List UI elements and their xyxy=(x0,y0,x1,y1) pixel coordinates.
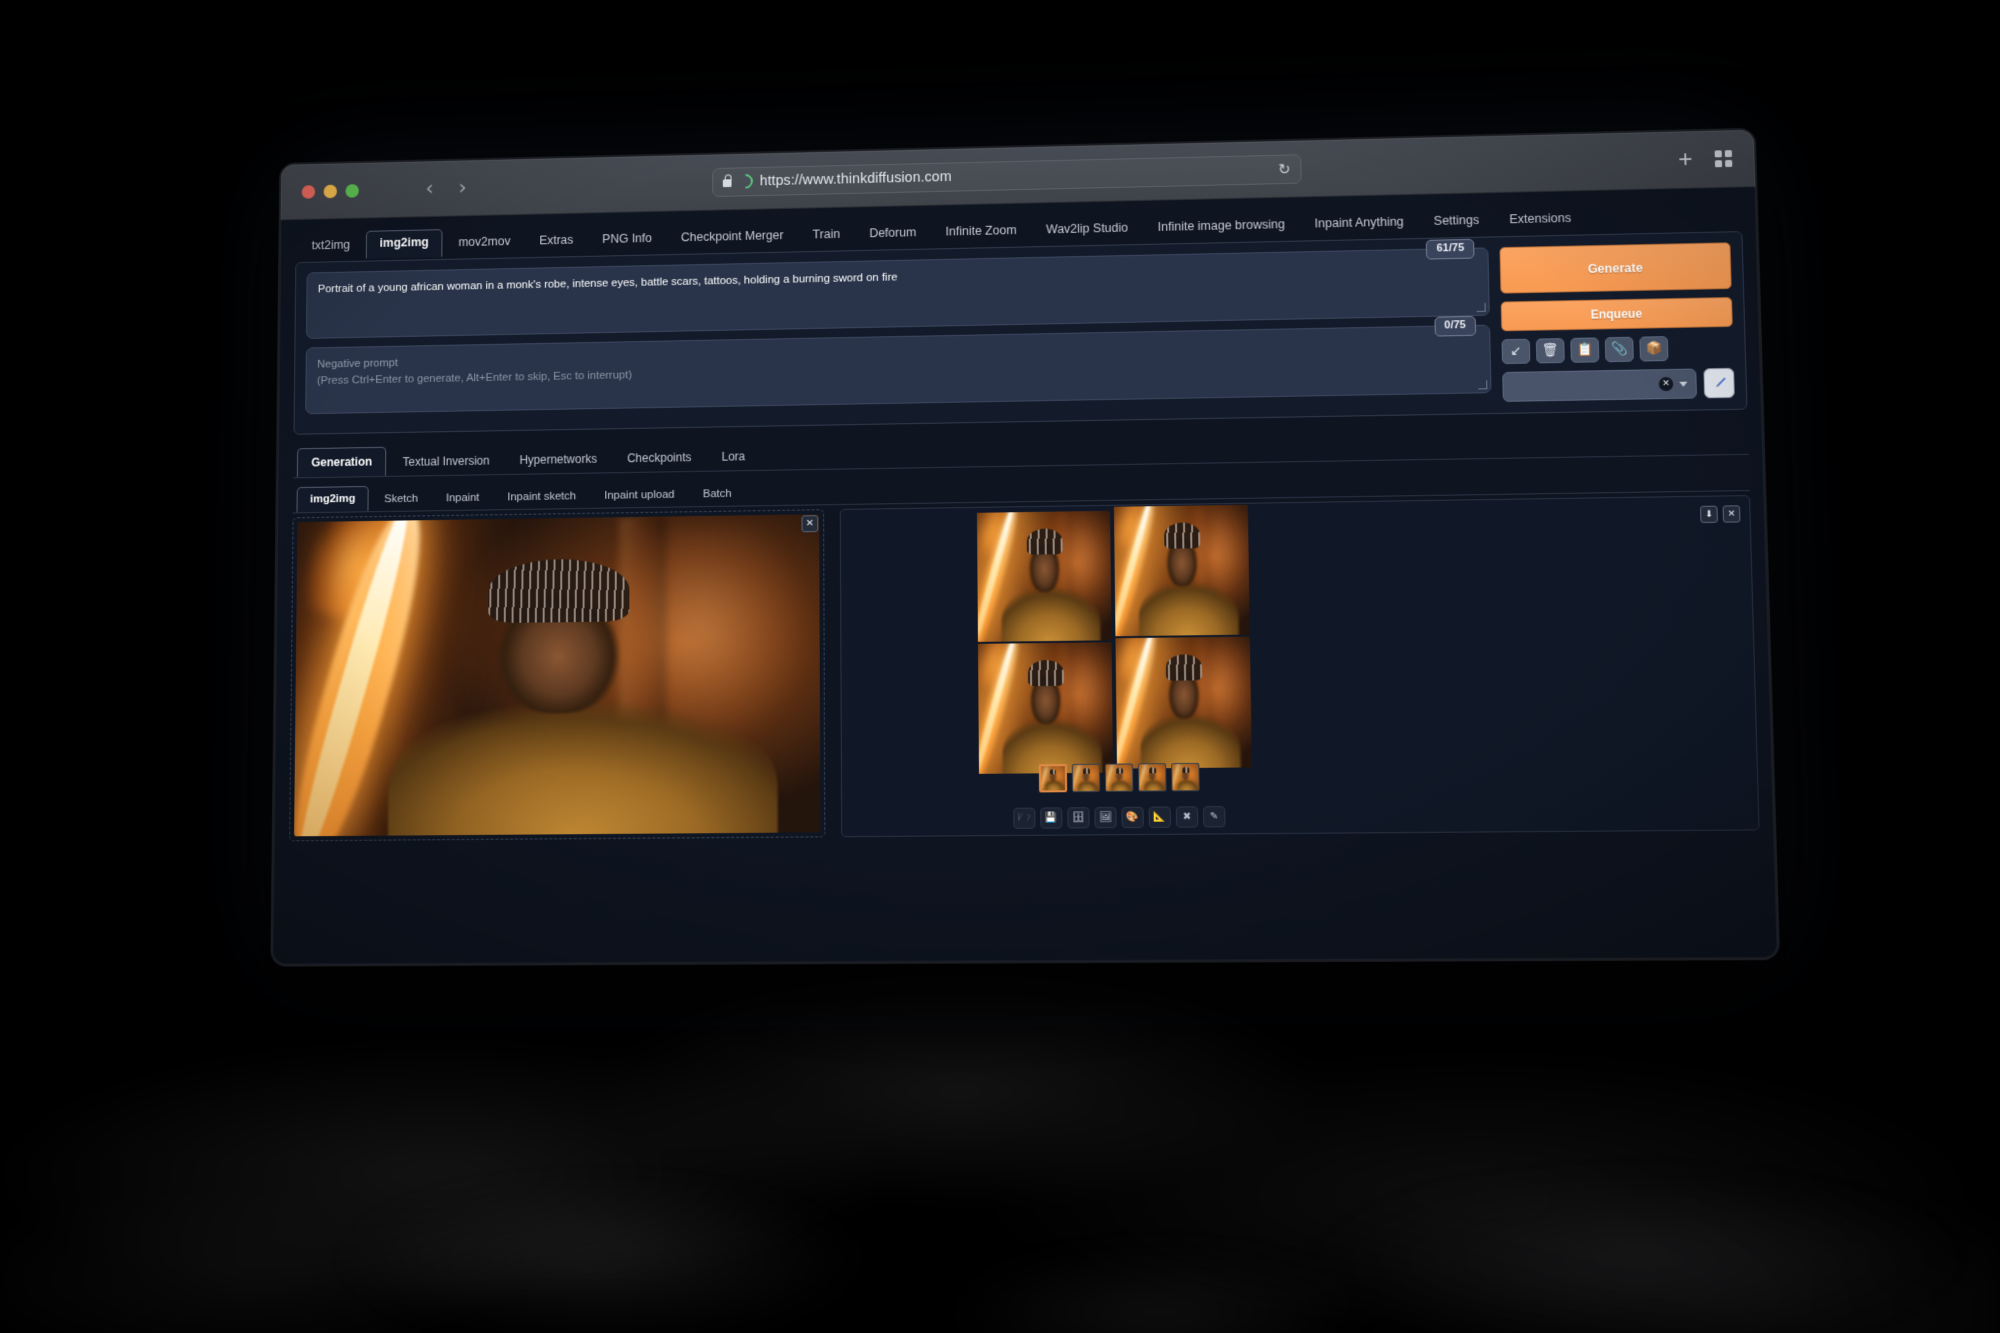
send-to-extras-icon[interactable]: 📐 xyxy=(1149,806,1171,827)
tab-inpaint-upload[interactable]: Inpaint upload xyxy=(592,483,688,508)
result-grid[interactable] xyxy=(977,509,1250,774)
chevron-down-icon[interactable] xyxy=(1679,381,1687,386)
send-to-img2img-icon[interactable]: 🖼 xyxy=(1094,807,1116,828)
box-icon[interactable]: 📦 xyxy=(1639,336,1668,361)
gallery-actions[interactable]: ⬇ ✕ xyxy=(1700,505,1740,523)
tab-infinite-zoom[interactable]: Infinite Zoom xyxy=(933,218,1030,246)
result-image[interactable] xyxy=(978,642,1113,774)
new-tab-icon[interactable]: + xyxy=(1678,148,1693,172)
prompt-token-counter: 61/75 xyxy=(1426,239,1474,260)
paste-arrow-icon[interactable]: ↙ xyxy=(1501,339,1530,364)
tab-sketch[interactable]: Sketch xyxy=(372,487,431,511)
tab-train[interactable]: Train xyxy=(800,222,853,249)
tab-wav2lip-studio[interactable]: Wav2lip Studio xyxy=(1033,216,1141,244)
tab-extras[interactable]: Extras xyxy=(527,228,586,255)
chrome-right-controls: + xyxy=(1678,147,1732,172)
source-image-artwork xyxy=(294,514,820,836)
tab-inpaint[interactable]: Inpaint xyxy=(433,486,492,510)
result-gallery: ⬇ ✕ 🗁💾🗄🖼🎨 📐✖✎ xyxy=(840,495,1760,837)
paperclip-icon[interactable]: 📎 xyxy=(1605,337,1634,362)
tab-checkpoints[interactable]: Checkpoints xyxy=(613,443,705,472)
laptop-screen: ‹ › https://www.thinkdiffusion.com ↻ + t… xyxy=(272,130,1778,965)
paintbrush-icon xyxy=(1711,375,1727,390)
tab-hypernetworks[interactable]: Hypernetworks xyxy=(506,445,611,474)
minimize-window-button[interactable] xyxy=(324,184,337,198)
content-split: ✕ xyxy=(289,495,1760,841)
tab-infinite-image-browsing[interactable]: Infinite image browsing xyxy=(1145,212,1298,242)
window-controls[interactable] xyxy=(302,184,359,199)
tab-img2img[interactable]: img2img xyxy=(366,229,442,258)
tab-lora[interactable]: Lora xyxy=(708,442,759,470)
address-bar[interactable]: https://www.thinkdiffusion.com ↻ xyxy=(712,154,1302,197)
tab-generation[interactable]: Generation xyxy=(297,447,387,478)
gallery-tool-buttons[interactable]: 🗁💾🗄🖼🎨 📐✖✎ xyxy=(1013,806,1225,829)
styles-row: ✕ xyxy=(1502,368,1735,402)
tab-inpaint-sketch[interactable]: Inpaint sketch xyxy=(495,484,589,509)
prompt-tool-buttons[interactable]: ↙🗑📋📎📦 xyxy=(1501,335,1733,364)
tab-overview-icon[interactable] xyxy=(1715,150,1733,167)
tab-img2img[interactable]: img2img xyxy=(297,486,369,512)
prompt-text: Portrait of a young african woman in a m… xyxy=(318,272,898,296)
gallery-thumbnail[interactable] xyxy=(1138,763,1167,791)
tab-batch[interactable]: Batch xyxy=(690,482,744,506)
gallery-thumbnail[interactable] xyxy=(1072,764,1100,792)
negative-resize-handle[interactable] xyxy=(1478,380,1487,389)
tab-checkpoint-merger[interactable]: Checkpoint Merger xyxy=(668,223,796,252)
tab-settings[interactable]: Settings xyxy=(1421,208,1493,236)
close-window-button[interactable] xyxy=(302,185,315,199)
trash-icon[interactable]: 🗑 xyxy=(1536,338,1565,363)
clipboard-icon[interactable]: 📋 xyxy=(1570,337,1599,362)
styles-select[interactable]: ✕ xyxy=(1502,369,1697,402)
gallery-thumbnail[interactable] xyxy=(1171,763,1200,791)
tab-extensions[interactable]: Extensions xyxy=(1496,206,1585,234)
generate-button[interactable]: Generate xyxy=(1499,242,1731,293)
tab-inpaint-anything[interactable]: Inpaint Anything xyxy=(1302,210,1417,239)
send-to-inpaint-icon[interactable]: 🎨 xyxy=(1121,807,1143,828)
gallery-thumbnail[interactable] xyxy=(1105,763,1133,791)
back-icon[interactable]: ‹ xyxy=(426,178,434,198)
result-image[interactable] xyxy=(1114,505,1250,637)
tab-deforum[interactable]: Deforum xyxy=(857,221,929,249)
delete-icon[interactable]: ✖ xyxy=(1176,806,1198,827)
negative-token-counter: 0/75 xyxy=(1434,316,1476,337)
brush-icon[interactable]: ✎ xyxy=(1203,806,1226,827)
enqueue-button[interactable]: Enqueue xyxy=(1501,297,1733,331)
result-image[interactable] xyxy=(1115,637,1251,769)
webui-app: txt2imgimg2imgmov2movExtrasPNG InfoCheck… xyxy=(272,187,1778,964)
gallery-thumbnail[interactable] xyxy=(1039,764,1067,792)
action-column: Generate Enqueue ↙🗑📋📎📦 ✕ xyxy=(1499,242,1734,402)
prompt-panel: 61/75 0/75 Portrait of a young african w… xyxy=(294,231,1748,435)
tab-mov2mov[interactable]: mov2mov xyxy=(446,230,523,257)
negative-prompt-input[interactable]: Negative prompt (Press Ctrl+Enter to gen… xyxy=(305,325,1491,415)
prompt-column: 61/75 0/75 Portrait of a young african w… xyxy=(305,247,1492,423)
laptop-stage: ‹ › https://www.thinkdiffusion.com ↻ + t… xyxy=(0,0,2000,1333)
zip-icon[interactable]: 🗄 xyxy=(1067,807,1089,828)
lock-icon xyxy=(723,179,732,187)
close-gallery-button[interactable]: ✕ xyxy=(1723,505,1741,522)
source-image-dropzone[interactable]: ✕ xyxy=(289,509,825,841)
forward-icon[interactable]: › xyxy=(458,178,466,198)
save-icon[interactable]: 💾 xyxy=(1040,807,1062,828)
prompt-input[interactable]: Portrait of a young african woman in a m… xyxy=(306,247,1490,338)
source-image[interactable] xyxy=(294,514,820,836)
prompt-resize-handle[interactable] xyxy=(1476,303,1485,312)
tab-png-info[interactable]: PNG Info xyxy=(590,226,665,253)
thinkdiffusion-logo-icon xyxy=(735,171,756,191)
nav-buttons[interactable]: ‹ › xyxy=(426,178,467,199)
clear-styles-icon[interactable]: ✕ xyxy=(1659,377,1674,391)
remove-source-image-button[interactable]: ✕ xyxy=(802,515,819,532)
download-image-button[interactable]: ⬇ xyxy=(1700,506,1718,523)
reload-icon[interactable]: ↻ xyxy=(1278,160,1291,178)
open-folder-icon[interactable]: 🗁 xyxy=(1013,808,1035,829)
tab-textual-inversion[interactable]: Textual Inversion xyxy=(389,447,503,476)
result-image[interactable] xyxy=(977,511,1112,642)
apply-style-button[interactable] xyxy=(1703,368,1735,399)
url-text: https://www.thinkdiffusion.com xyxy=(760,169,952,189)
maximize-window-button[interactable] xyxy=(345,184,358,198)
tab-txt2img[interactable]: txt2img xyxy=(299,233,362,260)
thumbnail-strip[interactable] xyxy=(1039,763,1200,793)
